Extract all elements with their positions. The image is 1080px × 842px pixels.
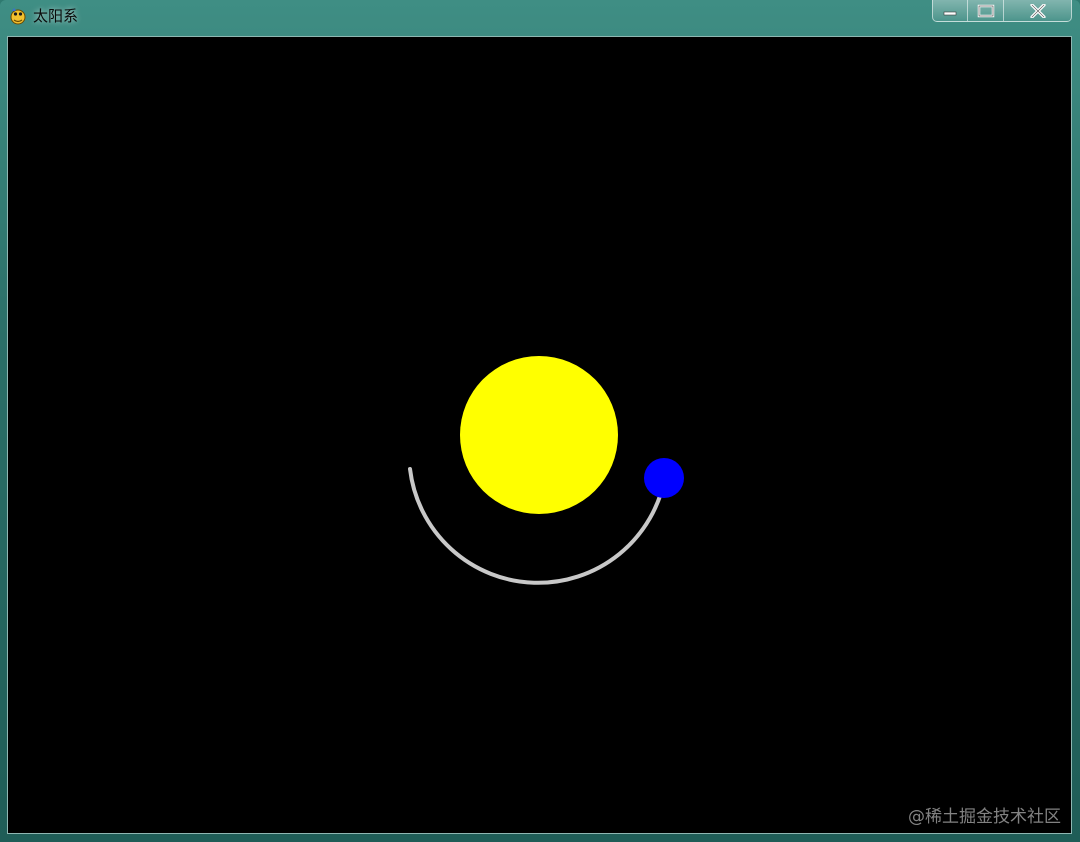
pygame-snake-icon bbox=[10, 8, 26, 25]
planet bbox=[644, 458, 684, 498]
watermark: @稀土掘金技术社区 bbox=[908, 807, 1061, 827]
close-icon bbox=[1029, 3, 1046, 18]
window-controls bbox=[932, 0, 1072, 22]
app-window: 太阳系 @稀土掘金技术社区 bbox=[0, 0, 1080, 842]
minimize-button[interactable] bbox=[932, 0, 968, 22]
minimize-icon bbox=[943, 11, 957, 15]
window-title: 太阳系 bbox=[33, 7, 79, 25]
game-canvas[interactable]: @稀土掘金技术社区 bbox=[7, 36, 1072, 834]
sun bbox=[460, 356, 618, 514]
maximize-button[interactable] bbox=[968, 0, 1004, 22]
solar-system-scene bbox=[408, 356, 684, 585]
title-bar[interactable]: 太阳系 bbox=[0, 0, 1080, 34]
maximize-icon bbox=[977, 4, 994, 17]
close-button[interactable] bbox=[1004, 0, 1072, 22]
